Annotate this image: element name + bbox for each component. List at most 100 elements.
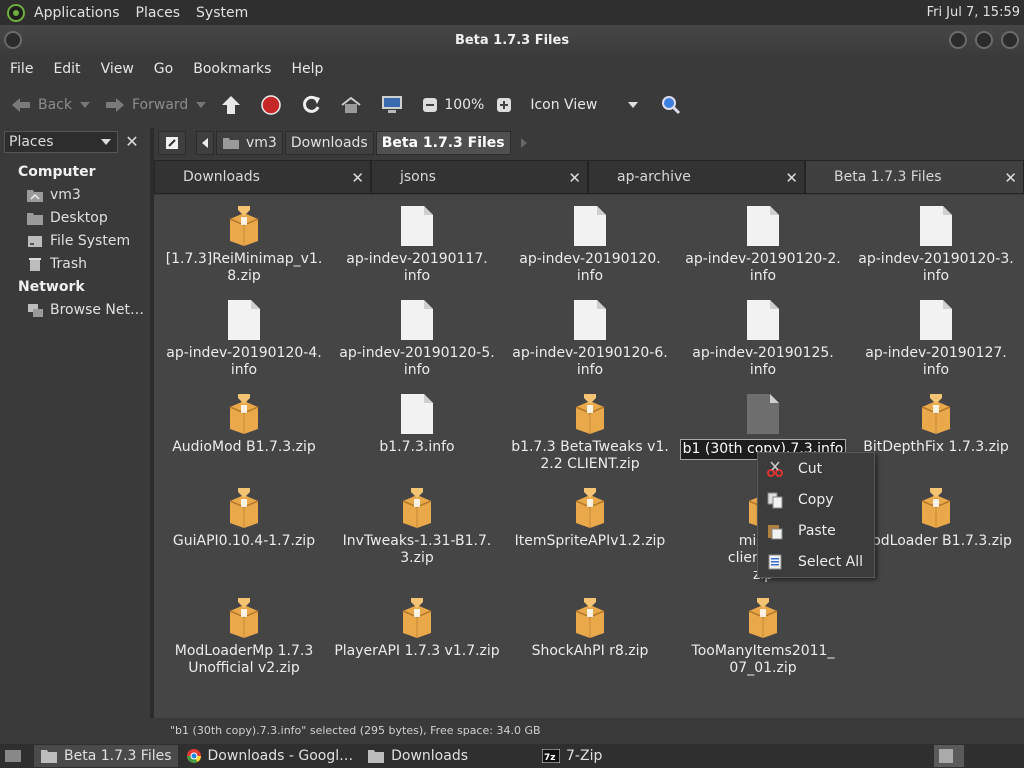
- sidebar-item-desktop[interactable]: Desktop: [26, 210, 108, 226]
- show-desktop-button[interactable]: [0, 745, 32, 767]
- file-item[interactable]: InvTweaks-1.31-B1.7. 3.zip: [331, 487, 503, 567]
- archive-icon: [575, 394, 605, 434]
- window-menu-button[interactable]: [4, 31, 22, 49]
- crumb-label: vm3: [246, 135, 277, 151]
- menu-item-cut[interactable]: Cut: [758, 453, 874, 484]
- file-item[interactable]: ap-indev-20190120-3. info: [850, 205, 1022, 285]
- forward-history-dropdown[interactable]: [196, 102, 207, 108]
- home-folder-icon: [27, 190, 43, 202]
- close-icon[interactable]: ✕: [351, 169, 364, 187]
- computer-button[interactable]: [374, 90, 416, 120]
- computer-icon: [382, 96, 403, 113]
- file-item[interactable]: b1 (30th copy).7.3.info: [677, 393, 849, 460]
- back-history-dropdown[interactable]: [80, 102, 90, 108]
- file-item[interactable]: [1.7.3]ReiMinimap_v1. 8.zip: [158, 205, 330, 285]
- back-button[interactable]: Back: [0, 90, 78, 120]
- menu-go[interactable]: Go: [144, 61, 183, 77]
- file-item[interactable]: b1.7.3.info: [331, 393, 503, 456]
- sidebar-item-browse-network[interactable]: Browse Net…: [26, 302, 144, 318]
- view-mode-select[interactable]: Icon View: [524, 90, 644, 120]
- file-item[interactable]: ap-indev-20190120-5. info: [331, 299, 503, 379]
- crumb-downloads[interactable]: Downloads: [284, 131, 374, 155]
- up-button[interactable]: [214, 90, 254, 120]
- close-icon[interactable]: ✕: [1004, 169, 1017, 187]
- toggle-location-entry-button[interactable]: [158, 131, 186, 155]
- status-bar: "b1 (30th copy).7.3.info" selected (295 …: [154, 718, 1024, 742]
- archive-icon: [229, 598, 259, 638]
- file-item[interactable]: GuiAPI0.10.4-1.7.zip: [158, 487, 330, 550]
- menu-view[interactable]: View: [91, 61, 144, 77]
- menu-item-paste[interactable]: Paste: [758, 515, 874, 546]
- sidebar-close-button[interactable]: ✕: [122, 132, 142, 152]
- file-item[interactable]: AudioMod B1.7.3.zip: [158, 393, 330, 456]
- menu-file[interactable]: File: [0, 61, 43, 77]
- window-titlebar[interactable]: Beta 1.7.3 Files: [0, 25, 1024, 55]
- stop-button[interactable]: [254, 90, 294, 120]
- clock[interactable]: Fri Jul 7, 15:59: [927, 5, 1024, 20]
- forward-button[interactable]: Forward: [98, 90, 194, 120]
- file-item[interactable]: b1.7.3 BetaTweaks v1. 2.2 CLIENT.zip: [504, 393, 676, 473]
- document-icon: [228, 300, 260, 340]
- taskbar-item-beta-files[interactable]: Beta 1.7.3 Files: [34, 745, 178, 767]
- crumb-vm3[interactable]: vm3: [216, 131, 283, 155]
- menu-bookmarks[interactable]: Bookmarks: [183, 61, 281, 77]
- crumb-scroll-left-button[interactable]: [196, 131, 214, 155]
- tab-jsons[interactable]: jsons ✕: [371, 160, 588, 194]
- maximize-button[interactable]: [975, 31, 993, 49]
- workspace-switcher[interactable]: [934, 745, 964, 767]
- file-item[interactable]: ModLoader B1.7.3.zip: [850, 487, 1022, 550]
- file-item[interactable]: ModLoaderMp 1.7.3 Unofficial v2.zip: [158, 597, 330, 677]
- tab-beta-files[interactable]: Beta 1.7.3 Files ✕: [805, 160, 1024, 194]
- file-item[interactable]: ap-indev-20190125. info: [677, 299, 849, 379]
- menu-edit[interactable]: Edit: [43, 61, 90, 77]
- file-icon-view[interactable]: [1.7.3]ReiMinimap_v1. 8.zip ap-indev-20190…: [154, 195, 1024, 718]
- file-item[interactable]: PlayerAPI 1.7.3 v1.7.zip: [331, 597, 503, 660]
- file-item[interactable]: ap-indev-20190120-6. info: [504, 299, 676, 379]
- file-item[interactable]: ap-indev-20190127. info: [850, 299, 1022, 379]
- zoom-out-icon: [423, 98, 438, 112]
- sidebar-type-select[interactable]: Places: [4, 131, 118, 153]
- file-item[interactable]: BitDepthFix 1.7.3.zip: [850, 393, 1022, 456]
- home-button[interactable]: [334, 90, 374, 120]
- file-item[interactable]: TooManyItems2011_ 07_01.zip: [677, 597, 849, 677]
- file-name-label: ap-indev-20190120-6. info: [512, 345, 668, 378]
- close-icon[interactable]: ✕: [568, 169, 581, 187]
- menu-item-copy[interactable]: Copy: [758, 484, 874, 515]
- applications-menu[interactable]: Applications: [26, 5, 128, 21]
- taskbar-item-chrome[interactable]: Downloads - Googl…: [180, 745, 360, 767]
- menu-item-select-all[interactable]: Select All: [758, 546, 874, 577]
- sidebar-item-file-system[interactable]: File System: [26, 233, 130, 249]
- file-item[interactable]: ShockAhPI r8.zip: [504, 597, 676, 660]
- file-item[interactable]: ap-indev-20190120. info: [504, 205, 676, 285]
- close-icon[interactable]: ✕: [785, 169, 798, 187]
- zoom-out-button[interactable]: 100%: [416, 90, 490, 120]
- search-button[interactable]: [644, 90, 694, 120]
- trash-icon: [29, 258, 41, 271]
- menu-help[interactable]: Help: [281, 61, 333, 77]
- file-name-label: [1.7.3]ReiMinimap_v1. 8.zip: [165, 251, 323, 284]
- reload-icon: [303, 95, 321, 113]
- document-icon: [747, 394, 779, 434]
- minimize-button[interactable]: [949, 31, 967, 49]
- places-menu[interactable]: Places: [128, 5, 189, 21]
- file-item[interactable]: ItemSpriteAPIv1.2.zip: [504, 487, 676, 550]
- tab-ap-archive[interactable]: ap-archive ✕: [588, 160, 805, 194]
- file-name-label: b1.7.3.info: [379, 439, 455, 455]
- reload-button[interactable]: [294, 90, 334, 120]
- file-item[interactable]: ap-indev-20190120-2. info: [677, 205, 849, 285]
- sidebar-item-trash[interactable]: Trash: [26, 256, 87, 272]
- taskbar-item-downloads[interactable]: Downloads: [361, 745, 474, 767]
- crumb-current[interactable]: Beta 1.7.3 Files: [375, 131, 511, 155]
- close-window-button[interactable]: [1001, 31, 1019, 49]
- distro-logo-icon[interactable]: [6, 3, 26, 23]
- chevron-right-icon[interactable]: [520, 138, 527, 148]
- taskbar-item-7zip[interactable]: 7z 7-Zip: [536, 745, 608, 767]
- file-item[interactable]: ap-indev-20190117. info: [331, 205, 503, 285]
- file-name-label: InvTweaks-1.31-B1.7. 3.zip: [342, 533, 492, 566]
- zoom-in-button[interactable]: [490, 90, 524, 120]
- system-menu[interactable]: System: [188, 5, 256, 21]
- sidebar-item-vm3[interactable]: vm3: [26, 187, 81, 203]
- menubar: File Edit View Go Bookmarks Help: [0, 55, 1024, 83]
- tab-downloads[interactable]: Downloads ✕: [154, 160, 371, 194]
- file-item[interactable]: ap-indev-20190120-4. info: [158, 299, 330, 379]
